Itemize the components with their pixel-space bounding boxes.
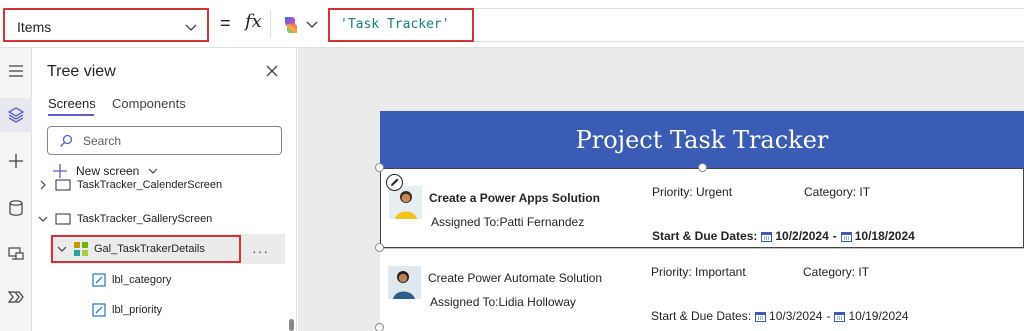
plus-icon[interactable] [0,144,32,178]
active-tab-indicator [48,114,94,116]
edit-template-button[interactable] [386,174,403,191]
calendar-icon [755,311,767,322]
category-label: Category: IT [804,185,871,199]
gallery-item[interactable]: Create a Power Apps Solution Assigned To… [380,168,1024,248]
pencil-icon [391,178,399,186]
avatar [388,266,421,299]
tree-node-label: lbl_category [112,274,172,286]
tree-node-label: lbl_priority [112,304,163,316]
tree-node-label: Gal_TaskTrakerDetails [94,243,205,255]
priority-label: Priority: Urgent [652,185,733,199]
power-automate-icon[interactable] [0,280,32,314]
edit-label-icon [92,273,106,287]
calendar-icon [761,231,773,242]
dates-label: Start & Due Dates: 10/2/2024 - 10/18/202… [652,229,915,243]
resize-handle[interactable] [698,163,707,172]
tab-components[interactable]: Components [112,96,186,111]
date-separator: - [832,229,837,243]
tree-node-lbl-priority[interactable]: lbl_priority [92,298,162,322]
priority-label: Priority: Important [651,265,746,279]
resize-handle[interactable] [375,323,384,331]
chevron-right-icon [40,180,46,190]
dates-caption: Start & Due Dates: [651,309,752,323]
resize-handle[interactable] [375,163,384,172]
search-icon [60,134,73,147]
tree-view-panel: Tree view Screens Components Search New … [32,48,297,331]
calendar-icon [834,311,846,322]
more-options-button[interactable]: ··· [252,243,269,259]
search-input[interactable]: Search [47,126,282,155]
gallery-item[interactable]: Create Power Automate Solution Assigned … [380,249,1024,329]
design-canvas: Project Task Tracker Create a Power Apps… [298,48,1024,331]
app-title: Project Task Tracker [575,125,829,154]
task-gallery[interactable]: Create a Power Apps Solution Assigned To… [375,163,1024,331]
property-value: Items [17,19,52,35]
power-apps-studio: Items = fx 'Task Tracker' Tree view Scre… [0,0,1024,331]
chevron-down-icon [57,246,67,252]
tree-node-calender-screen[interactable]: TaskTracker_CalenderScreen [37,178,222,198]
tree-node-gallery[interactable]: Gal_TaskTrakerDetails [56,237,205,261]
formula-text: 'Task Tracker' [340,17,450,32]
task-title: Create Power Automate Solution [428,271,603,285]
start-date: 10/3/2024 [769,309,823,323]
formula-input[interactable]: 'Task Tracker' [328,8,474,42]
gallery-icon [74,242,88,256]
due-date: 10/19/2024 [848,309,909,323]
equals-sign: = [220,13,231,33]
layers-icon[interactable] [0,98,32,132]
due-date: 10/18/2024 [854,229,915,243]
tree-node-label: TaskTracker_CalenderScreen [77,179,223,191]
formula-input-rest[interactable] [474,8,1024,42]
search-placeholder: Search [83,134,122,148]
tree-node-gallery-screen[interactable]: TaskTracker_GalleryScreen [37,207,212,231]
edit-label-icon [92,303,106,317]
category-label: Category: IT [803,265,870,279]
chevron-down-icon [185,24,197,31]
start-date: 10/2/2024 [775,229,829,243]
screen-icon [55,179,71,191]
tree-view-title: Tree view [47,63,116,80]
chevron-down-icon [38,216,48,222]
fx-icon: fx [245,11,262,32]
new-screen-label: New screen [76,164,140,178]
screen-icon [55,213,71,225]
tree-node-label: TaskTracker_GalleryScreen [77,213,213,225]
tab-screens[interactable]: Screens [48,96,96,111]
database-icon[interactable] [0,191,32,225]
dates-label: Start & Due Dates: 10/3/2024 - 10/19/202… [651,309,909,323]
plus-icon [53,164,67,178]
tree-scrollbar[interactable] [289,319,294,331]
app-screen: Project Task Tracker Create a Power Apps… [375,111,1024,331]
calendar-icon [840,231,852,242]
formula-bar: Items = fx 'Task Tracker' [0,0,1024,48]
left-rail [0,48,32,331]
resize-handle[interactable] [375,243,384,252]
date-separator: - [826,309,831,323]
app-header: Project Task Tracker [380,111,1024,168]
assigned-to: Assigned To:Lidia Holloway [430,295,576,309]
close-icon[interactable] [265,64,279,78]
media-icon[interactable] [0,236,32,270]
task-title: Create a Power Apps Solution [429,191,600,205]
property-dropdown[interactable]: Items [3,8,209,42]
chevron-down-icon [148,168,158,174]
hamburger-icon[interactable] [0,54,32,88]
copilot-chevron-icon[interactable] [305,17,319,31]
formula-separator [270,10,271,38]
copilot-icon[interactable] [280,14,302,36]
assigned-to: Assigned To:Patti Fernandez [431,215,585,229]
tree-node-lbl-category[interactable]: lbl_category [92,268,171,292]
dates-caption: Start & Due Dates: [652,229,758,243]
